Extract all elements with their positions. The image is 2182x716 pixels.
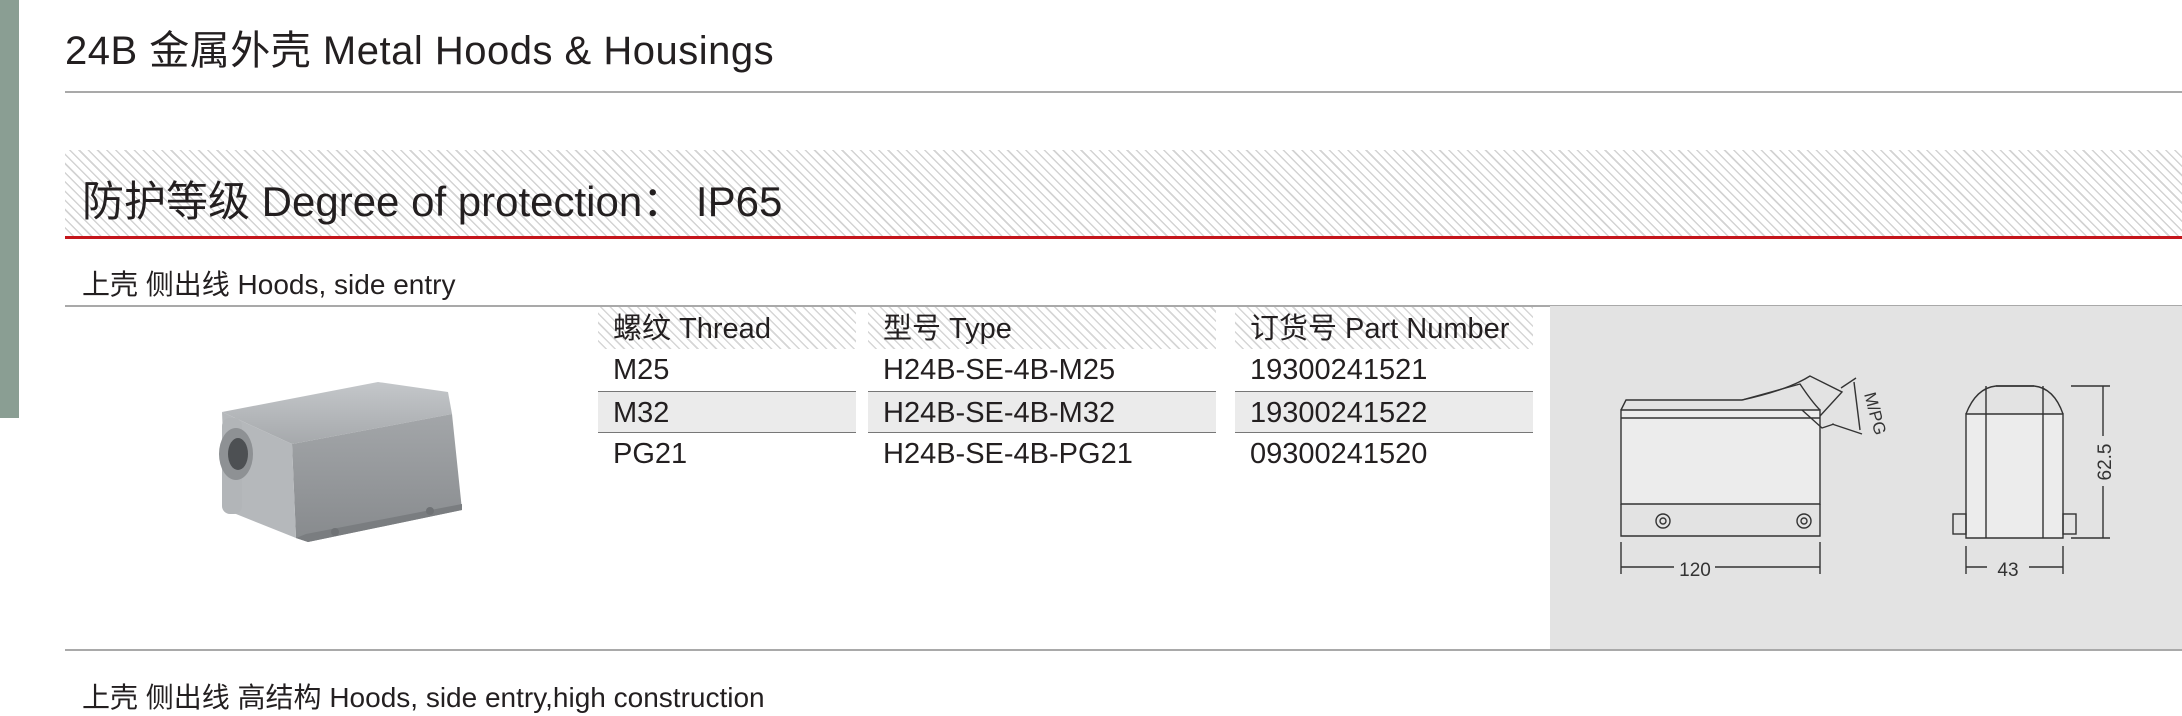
type-column: 型号 Type H24B-SE-4B-M25 H24B-SE-4B-M32 H2… [868, 307, 1216, 475]
thread-header: 螺纹 Thread [598, 307, 856, 349]
dim-width-label: 43 [1997, 560, 2018, 581]
thread-callout-label: M/PG [1860, 390, 1890, 437]
thread-column: 螺纹 Thread M25 M32 PG21 [598, 307, 856, 475]
part-number-cell: 19300241522 [1235, 391, 1533, 433]
hood-product-photo [219, 382, 462, 542]
part-number-column: 订货号 Part Number 19300241521 19300241522 … [1235, 307, 1533, 475]
thread-cell: M32 [598, 391, 856, 433]
part-number-header: 订货号 Part Number [1235, 307, 1533, 349]
page-title: 24B 金属外壳 Metal Hoods & Housings [65, 29, 775, 73]
type-cell: H24B-SE-4B-PG21 [883, 438, 1133, 470]
dim-height-label: 62.5 [2095, 444, 2116, 481]
section-divider [65, 649, 2182, 651]
thread-cell: PG21 [613, 438, 688, 470]
part-number-cell: 19300241521 [1250, 354, 1428, 386]
protection-band: 防护等级 Degree of protection： IP65 [65, 150, 2182, 239]
title-divider [65, 91, 2182, 93]
thread-cell: M25 [613, 354, 670, 386]
dimension-drawing-panel: 120 43 62.5 M/PG [1550, 306, 2182, 650]
side-tab [0, 0, 19, 418]
part-number-cell: 09300241520 [1250, 438, 1428, 470]
protection-label: 防护等级 Degree of protection： IP65 [82, 178, 783, 225]
dim-length-label: 120 [1679, 560, 1711, 581]
technical-drawing: 120 43 62.5 M/PG [1620, 375, 2116, 581]
type-header: 型号 Type [868, 307, 1216, 349]
type-cell: H24B-SE-4B-M32 [868, 391, 1216, 433]
type-cell: H24B-SE-4B-M25 [883, 354, 1116, 386]
section-title-high-construction: 上壳 侧出线 高结构 Hoods, side entry,high constr… [82, 682, 765, 713]
section-title-side-entry: 上壳 侧出线 Hoods, side entry [82, 269, 456, 300]
